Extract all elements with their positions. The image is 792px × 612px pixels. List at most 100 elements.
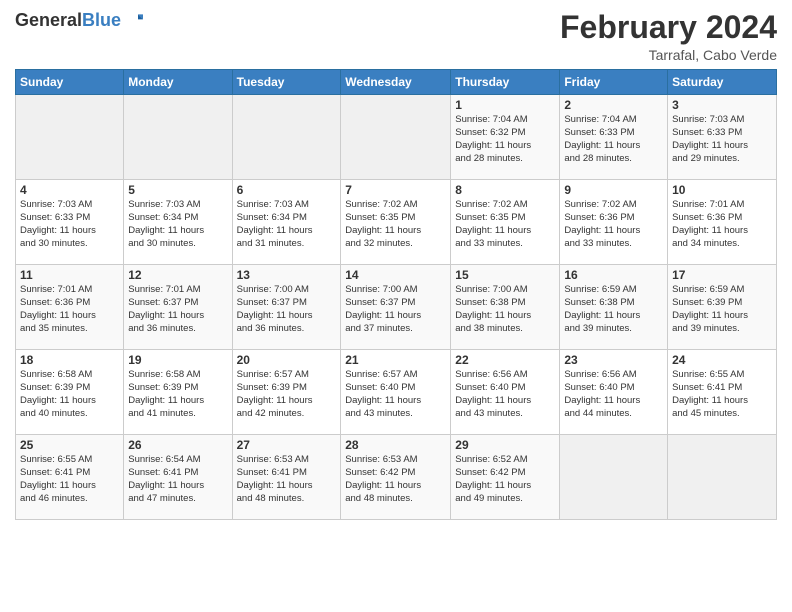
day-number: 24 xyxy=(672,353,772,367)
calendar-table: SundayMondayTuesdayWednesdayThursdayFrid… xyxy=(15,69,777,520)
day-number: 4 xyxy=(20,183,119,197)
day-info: Sunrise: 7:04 AM Sunset: 6:33 PM Dayligh… xyxy=(564,114,663,165)
calendar-cell xyxy=(124,95,232,180)
calendar-cell: 12 Sunrise: 7:01 AM Sunset: 6:37 PM Dayli… xyxy=(124,265,232,350)
calendar-header-saturday: Saturday xyxy=(668,70,777,95)
day-info: Sunrise: 6:59 AM Sunset: 6:39 PM Dayligh… xyxy=(672,284,772,335)
day-info: Sunrise: 7:02 AM Sunset: 6:35 PM Dayligh… xyxy=(345,199,446,250)
calendar-cell: 18Sunrise: 6:58 AM Sunset: 6:39 PM Dayli… xyxy=(16,350,124,435)
day-number: 15 xyxy=(455,268,555,282)
day-info: Sunrise: 6:57 AM Sunset: 6:39 PM Dayligh… xyxy=(237,369,337,420)
day-info: Sunrise: 6:59 AM Sunset: 6:38 PM Dayligh… xyxy=(564,284,663,335)
day-info: Sunrise: 7:02 AM Sunset: 6:36 PM Dayligh… xyxy=(564,199,663,250)
calendar-cell: 28 Sunrise: 6:53 AM Sunset: 6:42 PM Dayli… xyxy=(341,435,451,520)
day-number: 27 xyxy=(237,438,337,452)
day-info: Sunrise: 7:01 AM Sunset: 6:37 PM Dayligh… xyxy=(128,284,227,335)
calendar-week-5: 25 Sunrise: 6:55 AM Sunset: 6:41 PM Dayli… xyxy=(16,435,777,520)
calendar-header-row: SundayMondayTuesdayWednesdayThursdayFrid… xyxy=(16,70,777,95)
logo-general-text: GeneralBlue xyxy=(15,10,121,31)
day-info: Sunrise: 7:04 AM Sunset: 6:32 PM Dayligh… xyxy=(455,114,555,165)
day-number: 20 xyxy=(237,353,337,367)
day-info: Sunrise: 7:03 AM Sunset: 6:34 PM Dayligh… xyxy=(237,199,337,250)
calendar-header-monday: Monday xyxy=(124,70,232,95)
title-section: February 2024 Tarrafal, Cabo Verde xyxy=(560,10,777,63)
day-number: 10 xyxy=(672,183,772,197)
calendar-cell: 4 Sunrise: 7:03 AM Sunset: 6:33 PM Daylig… xyxy=(16,180,124,265)
calendar-cell: 21 Sunrise: 6:57 AM Sunset: 6:40 PM Dayli… xyxy=(341,350,451,435)
main-title: February 2024 xyxy=(560,10,777,45)
calendar-cell: 29Sunrise: 6:52 AM Sunset: 6:42 PM Dayli… xyxy=(451,435,560,520)
day-number: 28 xyxy=(345,438,446,452)
calendar-cell: 10 Sunrise: 7:01 AM Sunset: 6:36 PM Dayli… xyxy=(668,180,777,265)
calendar-cell: 17Sunrise: 6:59 AM Sunset: 6:39 PM Dayli… xyxy=(668,265,777,350)
day-info: Sunrise: 6:56 AM Sunset: 6:40 PM Dayligh… xyxy=(564,369,663,420)
day-number: 9 xyxy=(564,183,663,197)
calendar-cell xyxy=(232,95,341,180)
day-info: Sunrise: 7:03 AM Sunset: 6:34 PM Dayligh… xyxy=(128,199,227,250)
calendar-header-thursday: Thursday xyxy=(451,70,560,95)
calendar-week-3: 11 Sunrise: 7:01 AM Sunset: 6:36 PM Dayli… xyxy=(16,265,777,350)
calendar-cell: 16 Sunrise: 6:59 AM Sunset: 6:38 PM Dayli… xyxy=(560,265,668,350)
day-info: Sunrise: 6:54 AM Sunset: 6:41 PM Dayligh… xyxy=(128,454,227,505)
day-info: Sunrise: 6:57 AM Sunset: 6:40 PM Dayligh… xyxy=(345,369,446,420)
day-info: Sunrise: 6:53 AM Sunset: 6:41 PM Dayligh… xyxy=(237,454,337,505)
calendar-cell: 14 Sunrise: 7:00 AM Sunset: 6:37 PM Dayli… xyxy=(341,265,451,350)
day-info: Sunrise: 6:55 AM Sunset: 6:41 PM Dayligh… xyxy=(20,454,119,505)
logo: GeneralBlue xyxy=(15,10,143,31)
day-number: 22 xyxy=(455,353,555,367)
calendar-cell: 8Sunrise: 7:02 AM Sunset: 6:35 PM Daylig… xyxy=(451,180,560,265)
calendar-week-1: 1 Sunrise: 7:04 AM Sunset: 6:32 PM Daylig… xyxy=(16,95,777,180)
day-number: 13 xyxy=(237,268,337,282)
day-number: 19 xyxy=(128,353,227,367)
day-info: Sunrise: 7:00 AM Sunset: 6:37 PM Dayligh… xyxy=(237,284,337,335)
calendar-cell xyxy=(16,95,124,180)
day-number: 26 xyxy=(128,438,227,452)
logo-icon xyxy=(123,11,143,31)
day-info: Sunrise: 7:03 AM Sunset: 6:33 PM Dayligh… xyxy=(20,199,119,250)
calendar-cell: 11 Sunrise: 7:01 AM Sunset: 6:36 PM Dayli… xyxy=(16,265,124,350)
day-number: 12 xyxy=(128,268,227,282)
calendar-header-sunday: Sunday xyxy=(16,70,124,95)
calendar-cell: 20 Sunrise: 6:57 AM Sunset: 6:39 PM Dayli… xyxy=(232,350,341,435)
day-info: Sunrise: 7:00 AM Sunset: 6:37 PM Dayligh… xyxy=(345,284,446,335)
calendar-cell: 15 Sunrise: 7:00 AM Sunset: 6:38 PM Dayli… xyxy=(451,265,560,350)
day-info: Sunrise: 6:53 AM Sunset: 6:42 PM Dayligh… xyxy=(345,454,446,505)
day-info: Sunrise: 7:03 AM Sunset: 6:33 PM Dayligh… xyxy=(672,114,772,165)
calendar-cell: 25 Sunrise: 6:55 AM Sunset: 6:41 PM Dayli… xyxy=(16,435,124,520)
calendar-cell: 22 Sunrise: 6:56 AM Sunset: 6:40 PM Dayli… xyxy=(451,350,560,435)
day-info: Sunrise: 6:58 AM Sunset: 6:39 PM Dayligh… xyxy=(128,369,227,420)
calendar-cell: 7 Sunrise: 7:02 AM Sunset: 6:35 PM Daylig… xyxy=(341,180,451,265)
day-number: 5 xyxy=(128,183,227,197)
calendar-cell xyxy=(560,435,668,520)
calendar-header-wednesday: Wednesday xyxy=(341,70,451,95)
calendar-week-4: 18 Sunrise: 6:58 AM Sunset: 6:39 PM Dayli… xyxy=(16,350,777,435)
day-number: 7 xyxy=(345,183,446,197)
day-number: 11 xyxy=(20,268,119,282)
day-number: 3 xyxy=(672,98,772,112)
page-header: GeneralBlue February 2024 Tarrafal, Cabo… xyxy=(15,10,777,63)
calendar-cell: 19 Sunrise: 6:58 AM Sunset: 6:39 PM Dayli… xyxy=(124,350,232,435)
day-number: 25 xyxy=(20,438,119,452)
day-number: 16 xyxy=(564,268,663,282)
day-number: 18 xyxy=(20,353,119,367)
calendar-cell xyxy=(341,95,451,180)
day-number: 6 xyxy=(237,183,337,197)
subtitle: Tarrafal, Cabo Verde xyxy=(560,47,777,63)
calendar-cell: 6 Sunrise: 7:03 AM Sunset: 6:34 PM Daylig… xyxy=(232,180,341,265)
calendar-cell: 1 Sunrise: 7:04 AM Sunset: 6:32 PM Daylig… xyxy=(451,95,560,180)
calendar-cell xyxy=(668,435,777,520)
day-number: 1 xyxy=(455,98,555,112)
day-info: Sunrise: 7:01 AM Sunset: 6:36 PM Dayligh… xyxy=(672,199,772,250)
day-number: 14 xyxy=(345,268,446,282)
day-info: Sunrise: 7:00 AM Sunset: 6:38 PM Dayligh… xyxy=(455,284,555,335)
day-info: Sunrise: 6:52 AM Sunset: 6:42 PM Dayligh… xyxy=(455,454,555,505)
day-info: Sunrise: 6:56 AM Sunset: 6:40 PM Dayligh… xyxy=(455,369,555,420)
day-number: 21 xyxy=(345,353,446,367)
calendar-week-2: 4 Sunrise: 7:03 AM Sunset: 6:33 PM Daylig… xyxy=(16,180,777,265)
calendar-header-friday: Friday xyxy=(560,70,668,95)
day-number: 23 xyxy=(564,353,663,367)
calendar-header-tuesday: Tuesday xyxy=(232,70,341,95)
day-info: Sunrise: 7:01 AM Sunset: 6:36 PM Dayligh… xyxy=(20,284,119,335)
calendar-cell: 3 Sunrise: 7:03 AM Sunset: 6:33 PM Daylig… xyxy=(668,95,777,180)
calendar-cell: 13 Sunrise: 7:00 AM Sunset: 6:37 PM Dayli… xyxy=(232,265,341,350)
